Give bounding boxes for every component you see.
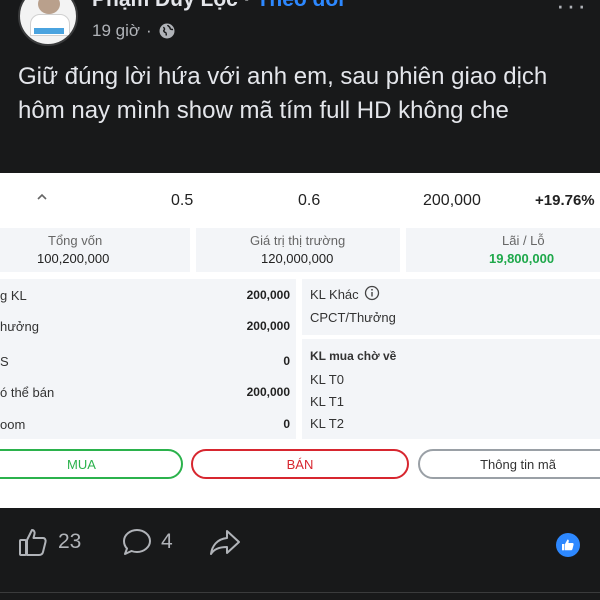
thumbs-up-icon [19, 529, 47, 556]
holding-row: 0.5 0.6 200,000 +19.76% [0, 173, 600, 225]
price-market: 0.6 [298, 192, 321, 209]
post-meta: 19 giờ · [92, 21, 176, 41]
cpct-label: CPCT/Thưởng [310, 310, 396, 325]
summary-capital: Tổng vốn 100,200,000 [0, 228, 190, 272]
facebook-post: Phạm Duy Lộc · Theo dõi 19 giờ · ··· Giữ… [0, 0, 600, 600]
comment-action[interactable]: 4 [121, 527, 173, 557]
kl-t2-label: KL T2 [310, 416, 344, 431]
like-count: 23 [58, 530, 82, 553]
kl-t0-label: KL T0 [310, 372, 344, 387]
follow-link[interactable]: Theo dõi [257, 0, 345, 11]
kl-khac-label: KL Khác [310, 287, 359, 302]
post-header: Phạm Duy Lộc · Theo dõi [92, 0, 344, 12]
summary-label: Lãi / Lỗ [502, 233, 545, 248]
avatar[interactable] [18, 0, 78, 46]
other-volume-panel: KL Khác CPCT/Thưởng [302, 279, 600, 335]
divider [0, 592, 600, 593]
buy-button[interactable]: MUA [0, 449, 183, 479]
kl-t1-label: KL T1 [310, 394, 344, 409]
post-time[interactable]: 19 giờ [92, 21, 140, 41]
pending-volume-panel: KL mua chờ về KL T0 KL T1 KL T2 [302, 339, 600, 439]
summary-value: 120,000,000 [261, 251, 334, 266]
more-options-icon[interactable]: ··· [556, 0, 588, 21]
post-caption: Giữ đúng lời hứa với anh em, sau phiên g… [18, 63, 548, 124]
detail-value: 0 [283, 417, 290, 431]
summary-profit: Lãi / Lỗ 19,800,000 [406, 228, 600, 272]
chevron-up-icon [37, 193, 47, 200]
detail-value: 200,000 [246, 385, 290, 399]
thumbs-up-small-icon [562, 539, 574, 551]
summary-value: 19,800,000 [489, 251, 555, 266]
summary-label: Giá trị thị trường [250, 233, 346, 248]
detail-value: 200,000 [246, 288, 290, 302]
info-icon[interactable] [364, 285, 380, 301]
globe-icon [159, 23, 175, 39]
detail-value: 0 [283, 354, 290, 368]
summary-market-value: Giá trị thị trường 120,000,000 [196, 228, 400, 272]
post-actions: 23 4 [0, 508, 600, 600]
like-action[interactable]: 23 [18, 527, 81, 557]
comment-icon [123, 529, 151, 555]
detail-value: 200,000 [246, 319, 290, 333]
quantity: 200,000 [423, 192, 481, 209]
comment-count: 4 [161, 530, 173, 553]
holdings-detail: g KL 200,000 hưởng 200,000 S 0 ó thể bán… [0, 279, 296, 439]
detail-label: g KL [0, 288, 27, 303]
like-reaction-icon[interactable] [556, 533, 580, 557]
share-icon [210, 530, 240, 555]
price-cost: 0.5 [171, 192, 194, 209]
profit-percent: +19.76% [535, 192, 595, 209]
detail-label: ó thể bán [0, 385, 55, 400]
detail-label: S [0, 354, 9, 369]
detail-label: hưởng [0, 319, 39, 334]
summary-value: 100,200,000 [37, 251, 110, 266]
author-name[interactable]: Phạm Duy Lộc [92, 0, 238, 11]
share-action[interactable] [208, 527, 242, 557]
summary-bar: Tổng vốn 100,200,000 Giá trị thị trường … [0, 228, 600, 272]
detail-label: oom [0, 417, 26, 432]
pending-title: KL mua chờ về [310, 349, 397, 363]
stock-screenshot: 0.5 0.6 200,000 +19.76% Tổng vốn 100,200… [0, 173, 600, 508]
sell-button[interactable]: BÁN [191, 449, 409, 479]
stock-info-button[interactable]: Thông tin mã [418, 449, 600, 479]
summary-label: Tổng vốn [48, 233, 103, 248]
